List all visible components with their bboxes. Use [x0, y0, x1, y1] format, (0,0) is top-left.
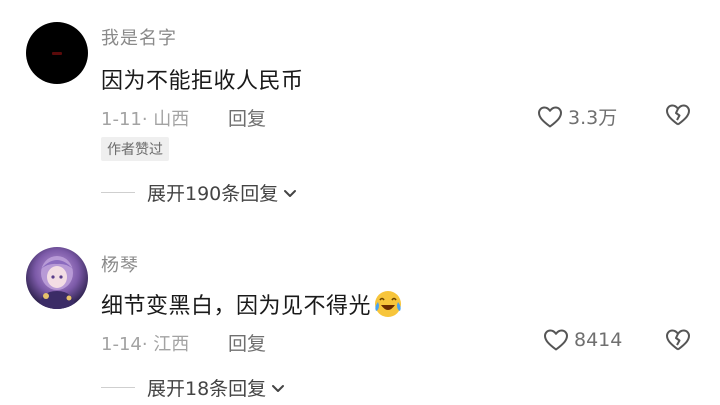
avatar-mark — [52, 52, 62, 55]
expand-replies-label: 展开18条回复 — [147, 378, 267, 400]
comment-text: 细节变黑白，因为见不得光 — [101, 288, 403, 320]
divider-line — [101, 192, 135, 193]
expand-replies-button[interactable]: 展开18条回复 — [101, 374, 286, 401]
like-button[interactable]: 8414 — [543, 328, 622, 352]
expand-replies-button[interactable]: 展开190条回复 — [101, 179, 298, 206]
laughing-crying-emoji-icon — [375, 291, 402, 317]
comment-item: 杨琴 细节变黑白，因为见不得光 1-14· 江西 回复 8414 展开18条回复 — [0, 235, 720, 405]
heart-outline-icon — [544, 329, 568, 351]
comment-meta: 1-14· 江西 — [101, 334, 190, 355]
comment-list: 我是名字 因为不能拒收人民币 1-11· 山西 回复 3.3万 作者赞过 展开1… — [0, 0, 720, 405]
like-count: 3.3万 — [568, 107, 618, 129]
comment-text: 因为不能拒收人民币 — [101, 69, 304, 94]
username[interactable]: 我是名字 — [101, 24, 177, 50]
comment-meta: 1-11· 山西 — [101, 109, 190, 130]
divider-line — [101, 387, 135, 388]
reply-button[interactable]: 回复 — [228, 104, 266, 131]
avatar[interactable] — [26, 22, 88, 84]
chevron-down-icon — [284, 189, 297, 197]
comment-item: 我是名字 因为不能拒收人民币 1-11· 山西 回复 3.3万 作者赞过 展开1… — [0, 0, 720, 215]
author-liked-badge: 作者赞过 — [101, 137, 169, 161]
comment-text-body: 细节变黑白，因为见不得光 — [101, 294, 372, 319]
expand-replies-label: 展开190条回复 — [147, 183, 279, 205]
username[interactable]: 杨琴 — [101, 251, 139, 277]
like-button[interactable]: 3.3万 — [537, 103, 617, 130]
broken-heart-icon — [666, 329, 690, 351]
anime-girl-avatar-image — [38, 256, 76, 309]
reply-button[interactable]: 回复 — [228, 329, 266, 356]
chevron-down-icon — [272, 384, 285, 392]
heart-outline-icon — [538, 106, 562, 127]
broken-heart-icon — [666, 104, 690, 126]
like-count: 8414 — [574, 329, 623, 351]
avatar[interactable] — [26, 247, 88, 309]
dislike-button[interactable] — [664, 103, 692, 131]
dislike-button[interactable] — [664, 328, 692, 356]
